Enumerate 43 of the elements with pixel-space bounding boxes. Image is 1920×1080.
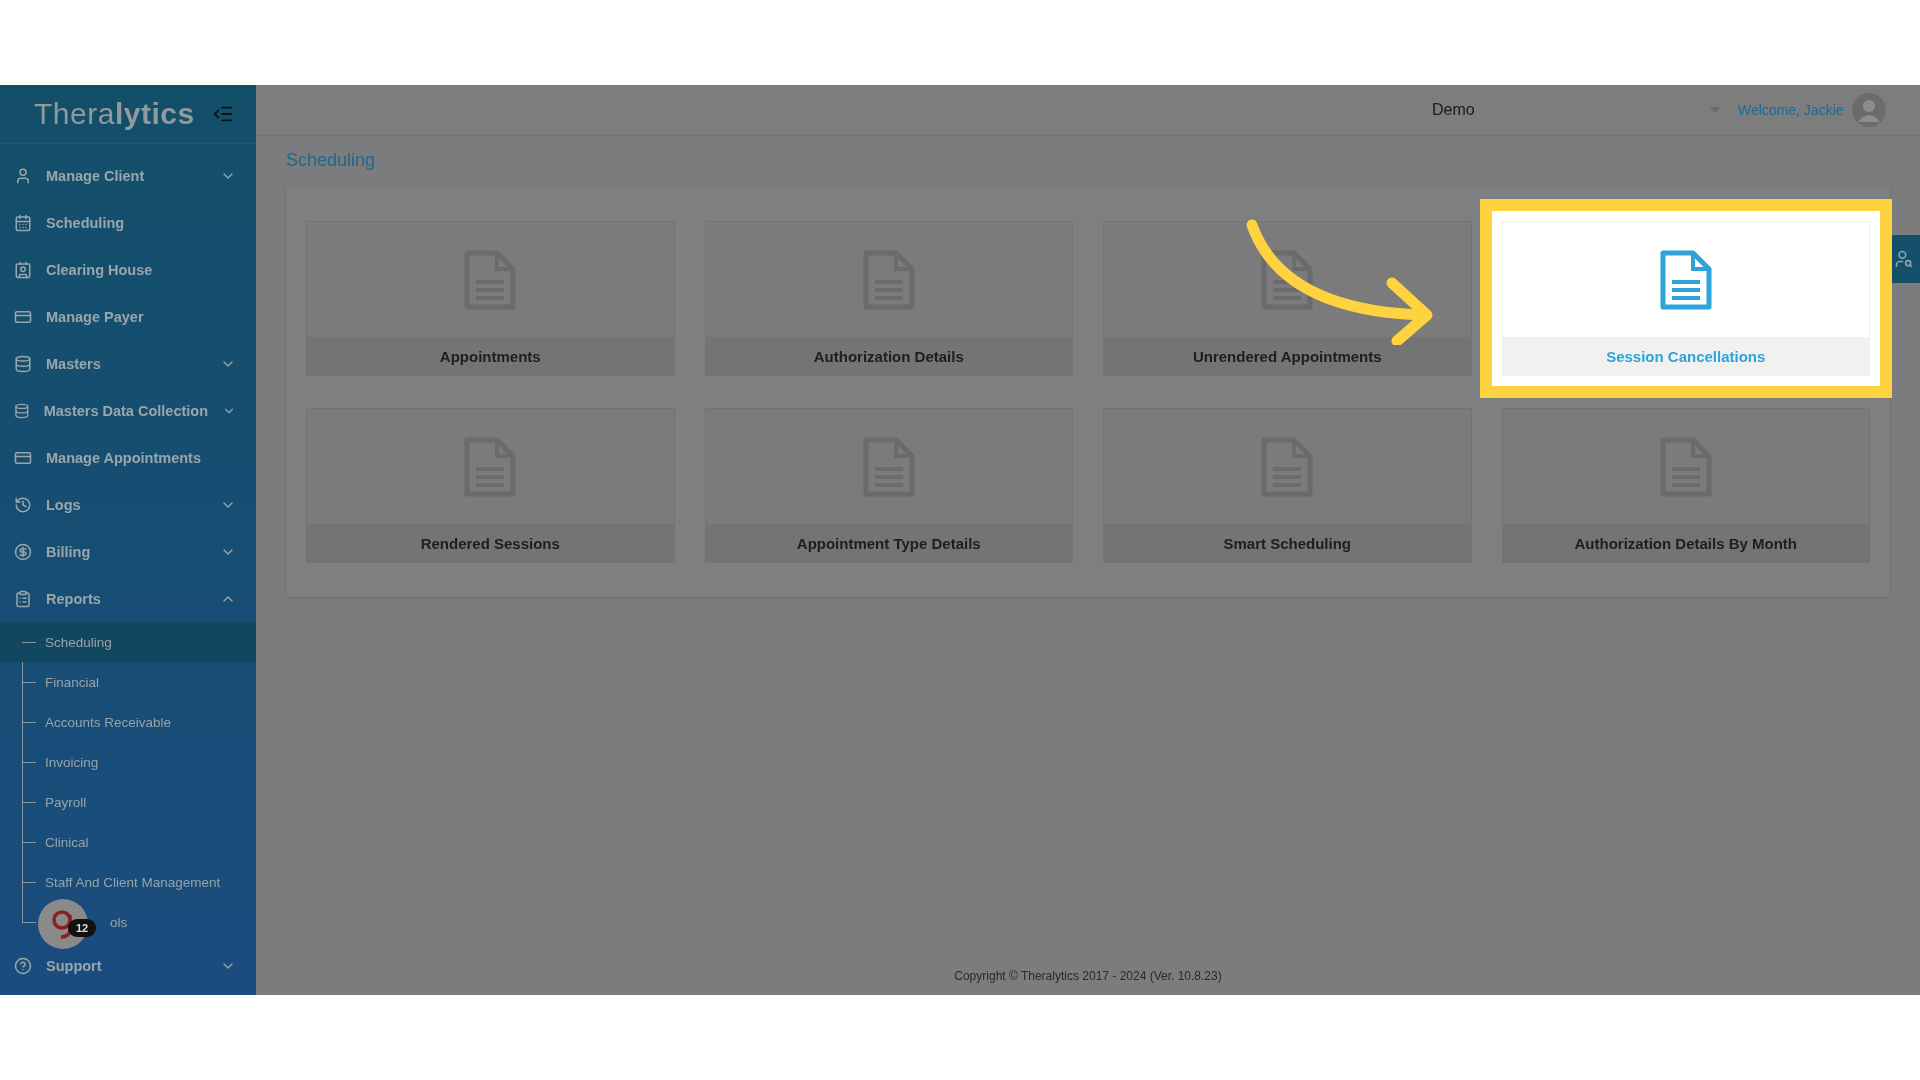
sidebar-item[interactable]: Reports	[0, 575, 256, 622]
sidebar-item[interactable]: Manage Client	[0, 152, 256, 199]
report-card[interactable]: Smart Scheduling	[1103, 408, 1472, 563]
sidebar-item[interactable]: Logs	[0, 481, 256, 528]
report-card[interactable]: Authorization Details	[704, 221, 1073, 376]
submenu-item[interactable]: Payroll	[0, 782, 256, 822]
report-card[interactable]: Authorization Details By Month	[1501, 408, 1870, 563]
report-card[interactable]: Appointments	[306, 221, 675, 376]
sidebar-item-icon	[14, 213, 32, 232]
submenu-item[interactable]: Invoicing	[0, 742, 256, 782]
organization-dropdown[interactable]: Demo	[1432, 101, 1728, 119]
sidebar-item[interactable]: Support	[0, 942, 256, 989]
sidebar-item[interactable]: Scheduling	[0, 199, 256, 246]
sidebar-item-icon	[14, 495, 32, 514]
sidebar-item-icon	[14, 354, 32, 373]
submenu-item[interactable]: Scheduling	[0, 622, 256, 662]
report-card[interactable]: Unrendered Appointments	[1103, 221, 1472, 376]
document-icon	[1261, 249, 1314, 310]
helper-widget-button[interactable]	[38, 899, 88, 949]
submenu-item[interactable]: Accounts Receivable	[0, 702, 256, 742]
report-card[interactable]: Rendered Sessions	[306, 408, 675, 563]
sidebar-item[interactable]: Masters	[0, 340, 256, 387]
page-title: Scheduling	[286, 150, 377, 171]
sidebar-item[interactable]: Billing	[0, 528, 256, 575]
sidebar-item[interactable]: Manage Appointments	[0, 434, 256, 481]
sidebar-item-icon	[14, 401, 30, 420]
document-icon	[1659, 249, 1712, 310]
submenu-item[interactable]: Financial	[0, 662, 256, 702]
sidebar-item-icon	[14, 589, 32, 608]
notification-count: 12	[68, 919, 97, 937]
user-search-icon	[1894, 249, 1914, 269]
sidebar-item-icon	[14, 166, 32, 185]
copyright-text: Copyright © Theralytics 2017 - 2024 (Ver. 10.8.23)	[953, 969, 1223, 985]
sidebar-item[interactable]: Manage Payer	[0, 293, 256, 340]
sidebar-item[interactable]: Masters Data Collection	[0, 387, 256, 434]
submenu-item[interactable]: Staff And Client Management	[0, 862, 256, 902]
submenu-item[interactable]: Clinical	[0, 822, 256, 862]
sidebar-item-icon	[14, 260, 32, 279]
sidebar-item-icon	[14, 956, 32, 975]
logo: Theralytics	[34, 97, 195, 131]
sidebar-item[interactable]: Clearing House	[0, 246, 256, 293]
report-card[interactable]: Appointment Type Details	[704, 408, 1073, 563]
sidebar-item-icon	[14, 542, 32, 561]
